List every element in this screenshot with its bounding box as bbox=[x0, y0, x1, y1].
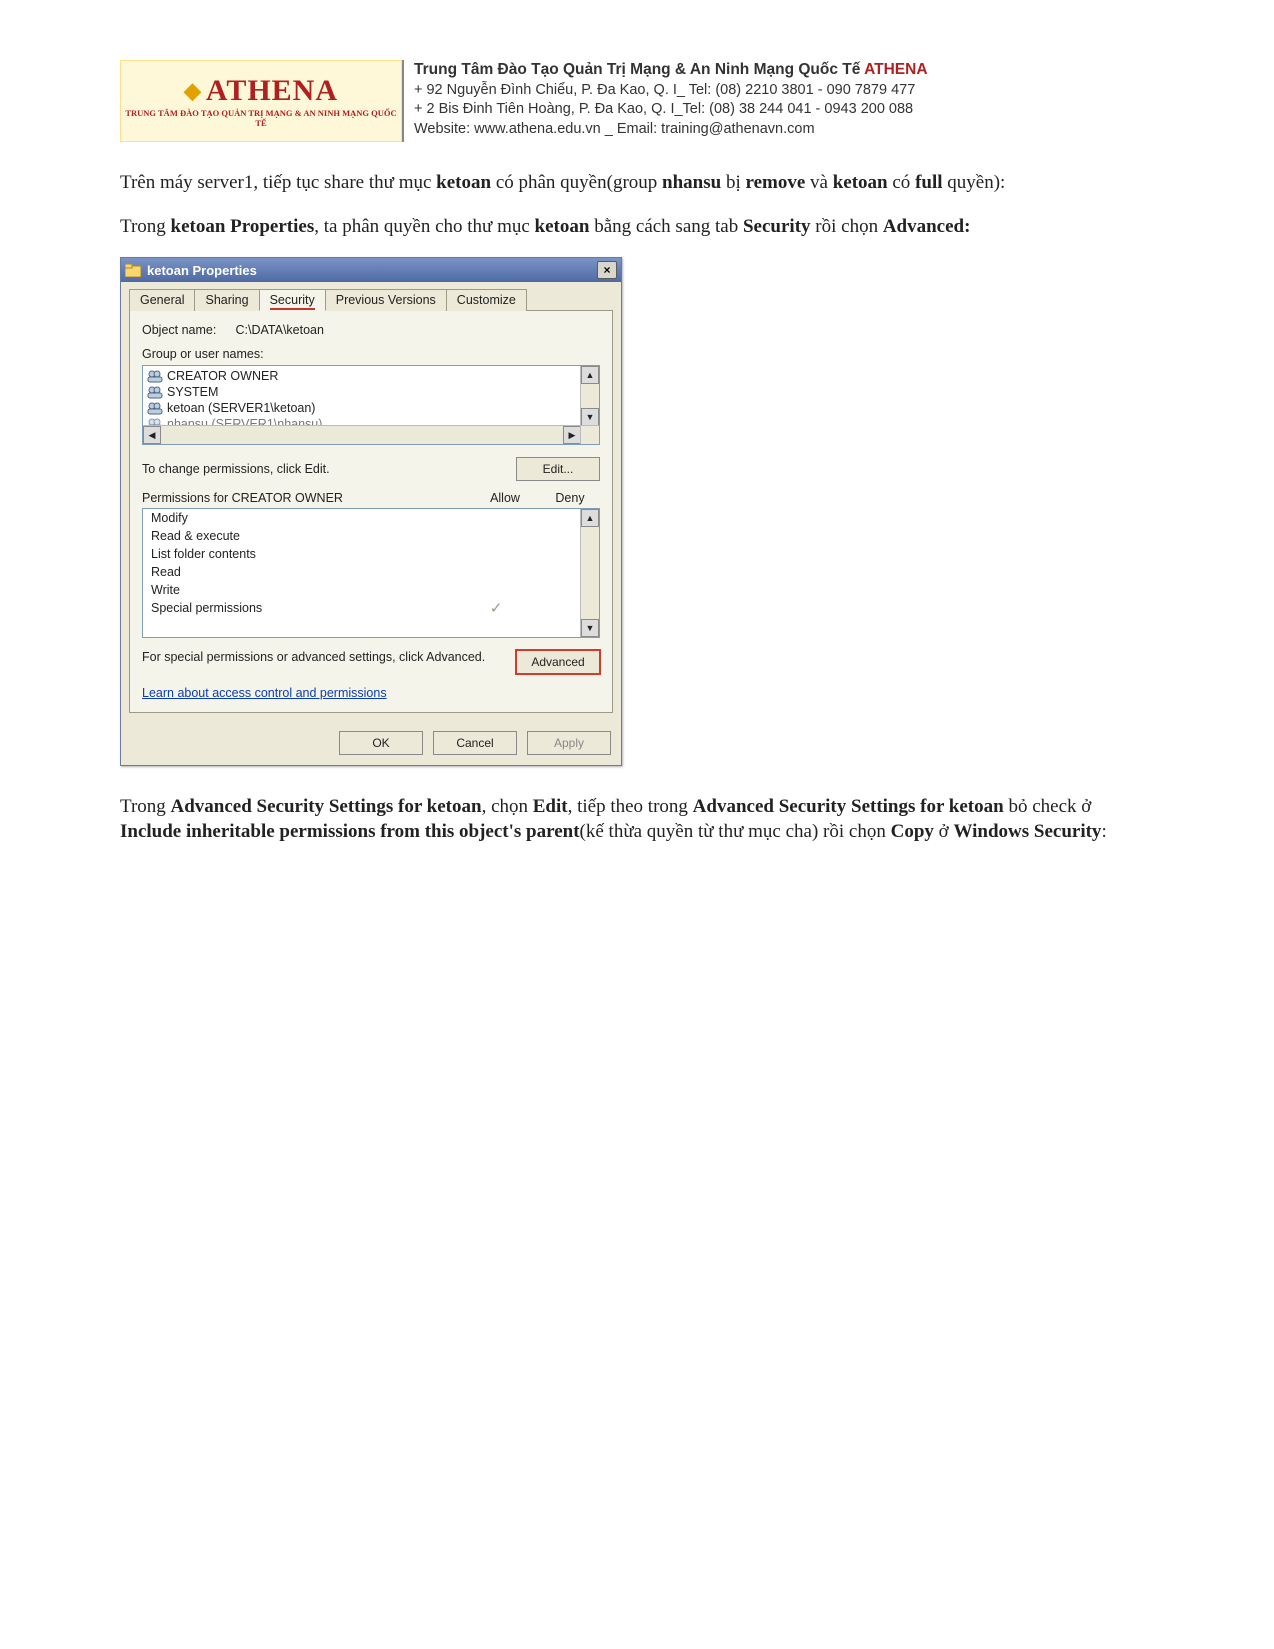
object-name-row: Object name: C:\DATA\ketoan bbox=[142, 323, 600, 337]
scroll-right-icon[interactable]: ▶ bbox=[563, 426, 581, 444]
object-name-label: Object name: bbox=[142, 323, 232, 337]
scroll-up-icon[interactable]: ▲ bbox=[581, 509, 599, 527]
list-item[interactable]: SYSTEM bbox=[145, 384, 579, 400]
scroll-left-icon[interactable]: ◀ bbox=[143, 426, 161, 444]
edit-button[interactable]: Edit... bbox=[516, 457, 600, 481]
users-icon bbox=[147, 369, 163, 383]
permission-name: Special permissions bbox=[151, 601, 461, 615]
dialog-title-bar[interactable]: ketoan Properties × bbox=[121, 258, 621, 282]
permission-name: Write bbox=[151, 583, 461, 597]
banner-line3: + 2 Bis Đinh Tiên Hoàng, P. Đa Kao, Q. I… bbox=[414, 100, 1154, 120]
tab-security[interactable]: Security bbox=[259, 289, 326, 311]
scroll-down-icon[interactable]: ▼ bbox=[581, 408, 599, 426]
permission-row: Write bbox=[143, 581, 581, 599]
tab-previous-versions[interactable]: Previous Versions bbox=[325, 289, 447, 311]
logo-title-row: ◆ ATHENA bbox=[184, 74, 338, 108]
permission-row: Special permissions ✓ bbox=[143, 599, 581, 618]
banner-text: Trung Tâm Đào Tạo Quản Trị Mạng & An Nin… bbox=[402, 60, 1154, 142]
banner-line1-prefix: Trung Tâm Đào Tạo Quản Trị Mạng & An Nin… bbox=[414, 61, 864, 78]
tab-strip: General Sharing Security Previous Versio… bbox=[121, 282, 621, 310]
group-users-listbox[interactable]: CREATOR OWNER SYSTEM ketoan (SERVER1\ket… bbox=[142, 365, 600, 445]
logo-title: ATHENA bbox=[206, 74, 338, 108]
advanced-button[interactable]: Advanced bbox=[516, 650, 600, 674]
cancel-button[interactable]: Cancel bbox=[433, 731, 517, 755]
paragraph-3: Trong Advanced Security Settings for ket… bbox=[120, 794, 1154, 845]
athena-logo: ◆ ATHENA TRUNG TÂM ĐÀO TẠO QUẢN TRỊ MẠNG… bbox=[120, 60, 402, 142]
deny-column-header: Deny bbox=[540, 491, 600, 505]
object-name-value: C:\DATA\ketoan bbox=[235, 323, 323, 337]
tab-customize[interactable]: Customize bbox=[446, 289, 527, 311]
permission-row: Modify bbox=[143, 509, 581, 527]
folder-icon bbox=[125, 263, 141, 277]
scroll-track[interactable] bbox=[161, 426, 563, 444]
users-icon bbox=[147, 385, 163, 399]
list-item[interactable]: CREATOR OWNER bbox=[145, 368, 579, 384]
security-tab-pane: Object name: C:\DATA\ketoan Group or use… bbox=[129, 310, 613, 712]
banner-brand-name: ATHENA bbox=[864, 61, 927, 78]
tab-sharing[interactable]: Sharing bbox=[194, 289, 259, 311]
scroll-track[interactable] bbox=[581, 527, 599, 619]
advanced-hint: For special permissions or advanced sett… bbox=[142, 650, 506, 664]
ok-button[interactable]: OK bbox=[339, 731, 423, 755]
apply-button[interactable]: Apply bbox=[527, 731, 611, 755]
scroll-up-icon[interactable]: ▲ bbox=[581, 366, 599, 384]
listbox-horizontal-scrollbar[interactable]: ◀ ▶ bbox=[143, 425, 581, 444]
close-button[interactable]: × bbox=[597, 261, 617, 279]
check-icon: ✓ bbox=[461, 601, 531, 616]
scrollbar-corner bbox=[580, 425, 599, 444]
list-item-label: CREATOR OWNER bbox=[167, 369, 278, 383]
permission-name: List folder contents bbox=[151, 547, 461, 561]
properties-dialog: ketoan Properties × General Sharing Secu… bbox=[120, 257, 622, 765]
permissions-vertical-scrollbar[interactable]: ▲ ▼ bbox=[580, 509, 599, 637]
list-item-label: ketoan (SERVER1\ketoan) bbox=[167, 401, 315, 415]
change-permissions-hint: To change permissions, click Edit. bbox=[142, 462, 330, 476]
scroll-track[interactable] bbox=[581, 384, 599, 408]
diamond-icon: ◆ bbox=[184, 78, 202, 104]
tab-general[interactable]: General bbox=[129, 289, 195, 311]
dialog-footer: OK Cancel Apply bbox=[121, 721, 621, 765]
list-item-label: SYSTEM bbox=[167, 385, 218, 399]
permissions-for-label: Permissions for CREATOR OWNER bbox=[142, 491, 470, 505]
paragraph-2: Trong ketoan Properties, ta phân quyền c… bbox=[120, 214, 1154, 240]
banner-line2: + 92 Nguyễn Đình Chiểu, P. Đa Kao, Q. I_… bbox=[414, 81, 1154, 101]
permissions-list[interactable]: Modify Read & execute List folder conten… bbox=[142, 508, 600, 638]
permission-row: Read & execute bbox=[143, 527, 581, 545]
permission-name: Read bbox=[151, 565, 461, 579]
banner-line4: Website: www.athena.edu.vn _ Email: trai… bbox=[414, 120, 1154, 140]
allow-column-header: Allow bbox=[470, 491, 540, 505]
users-icon bbox=[147, 401, 163, 415]
paragraph-1: Trên máy server1, tiếp tục share thư mục… bbox=[120, 170, 1154, 196]
permission-name: Read & execute bbox=[151, 529, 461, 543]
header-banner: ◆ ATHENA TRUNG TÂM ĐÀO TẠO QUẢN TRỊ MẠNG… bbox=[120, 60, 1154, 142]
permission-name: Modify bbox=[151, 511, 461, 525]
listbox-vertical-scrollbar[interactable]: ▲ ▼ bbox=[580, 366, 599, 426]
logo-subtitle: TRUNG TÂM ĐÀO TẠO QUẢN TRỊ MẠNG & AN NIN… bbox=[121, 108, 401, 128]
group-users-label: Group or user names: bbox=[142, 347, 600, 361]
list-item[interactable]: ketoan (SERVER1\ketoan) bbox=[145, 400, 579, 416]
permission-row: Read bbox=[143, 563, 581, 581]
permission-row: List folder contents bbox=[143, 545, 581, 563]
learn-about-permissions-link[interactable]: Learn about access control and permissio… bbox=[142, 686, 387, 700]
banner-line1: Trung Tâm Đào Tạo Quản Trị Mạng & An Nin… bbox=[414, 60, 1154, 81]
scroll-down-icon[interactable]: ▼ bbox=[581, 619, 599, 637]
dialog-title: ketoan Properties bbox=[147, 263, 597, 278]
